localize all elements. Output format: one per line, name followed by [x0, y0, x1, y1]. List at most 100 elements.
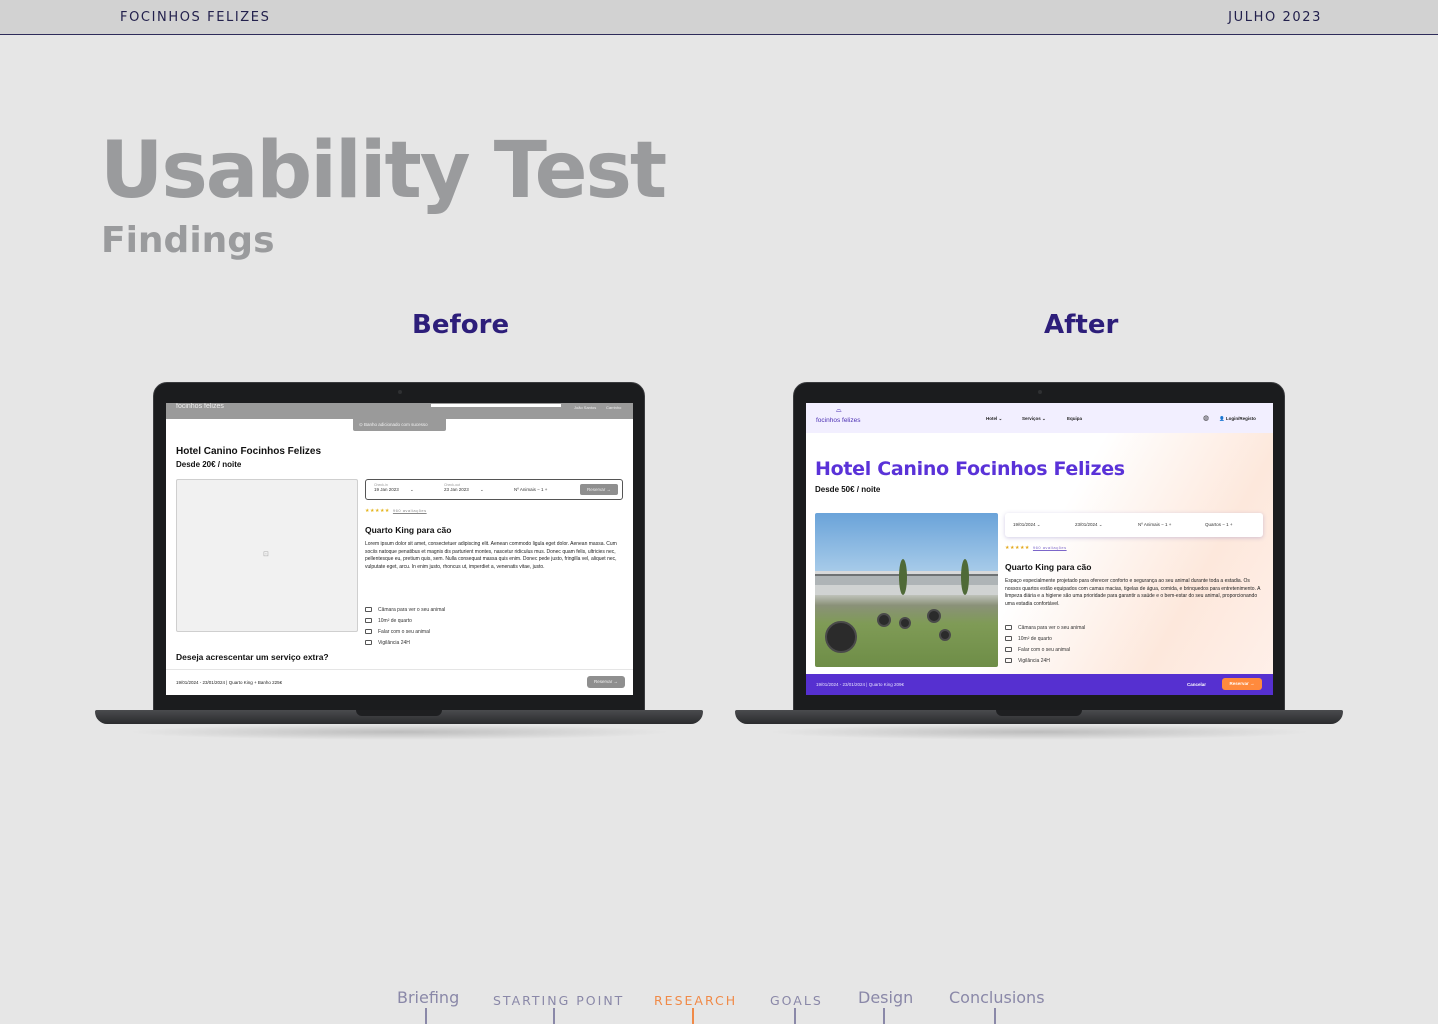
before-extra-title: Deseja acrescentar um serviço extra?	[176, 652, 329, 662]
before-label: Before	[412, 310, 510, 340]
before-search-bar[interactable]	[431, 404, 561, 407]
bottom-nav-design[interactable]: Design	[858, 988, 913, 1007]
after-label: After	[1044, 310, 1119, 340]
laptop-notch	[356, 710, 442, 716]
bottom-nav-starting-point[interactable]: STARTING POINT	[493, 993, 624, 1008]
before-toast: ⊙ Banho adicionado com sucesso	[353, 419, 446, 431]
before-booking-bar: Check-in 19 Jan 2023 ⌄ Check-out 23 Jan 20…	[365, 479, 623, 500]
after-price: Desde 50€ / noite	[815, 485, 881, 494]
before-footer-reserve-button[interactable]: Reservar →	[587, 676, 625, 688]
after-animals-stepper[interactable]: Nº Animais − 1 +	[1138, 522, 1171, 527]
bottom-nav-tick	[425, 1008, 427, 1024]
after-room-title: Quarto King para cão	[1005, 562, 1092, 572]
before-navbar: focinhos felizes João Santos Carrinho	[166, 403, 633, 419]
before-checkout-field[interactable]: Check-out 23 Jan 2023 ⌄	[444, 483, 484, 493]
checkin-value: 19 Jan 2023	[374, 487, 399, 492]
laptop-before: focinhos felizes João Santos Carrinho ⊙ …	[95, 382, 703, 742]
header-brand: FOCINHOS FELIZES	[120, 10, 271, 25]
feature-label: Falar com o seu animal	[1018, 647, 1070, 653]
feature-label: 10m² de quarto	[378, 618, 412, 624]
after-footer: 19/01/2024 - 23/01/2024 | Quarto King 20…	[806, 674, 1273, 695]
page-subtitle: Findings	[101, 220, 275, 261]
laptop-notch	[996, 710, 1082, 716]
arrows-icon	[1005, 636, 1012, 642]
before-price: Desde 20€ / noite	[176, 460, 242, 469]
laptop-lid: focinhos felizes João Santos Carrinho ⊙ …	[153, 382, 645, 712]
bottom-nav-briefing[interactable]: Briefing	[397, 988, 459, 1007]
before-hotel-title: Hotel Canino Focinhos Felizes	[176, 446, 322, 457]
after-rating: ★★★★★ 960 avaliações	[1005, 545, 1067, 551]
star-icons: ★★★★★	[365, 508, 390, 514]
laptop-after: ⌓ focinhos felizes Hotel ⌄ Serviços ⌄ Eq…	[735, 382, 1343, 742]
nav-services[interactable]: Serviços ⌄	[1022, 416, 1046, 422]
after-navbar: ⌓ focinhos felizes Hotel ⌄ Serviços ⌄ Eq…	[806, 403, 1273, 433]
bottom-nav-research[interactable]: RESEARCH	[654, 993, 737, 1008]
before-user-link[interactable]: João Santos	[574, 405, 596, 410]
after-checkin-field[interactable]: 19/01/2024 ⌄	[1013, 522, 1041, 528]
after-booking-bar: 19/01/2024 ⌄ 23/01/2024 ⌄ Nº Animais − 1…	[1005, 513, 1263, 537]
tire	[825, 621, 857, 653]
camera-icon	[365, 607, 372, 613]
after-feature-talk: Falar com o seu animal	[1005, 647, 1070, 653]
tire	[899, 617, 911, 629]
before-feature-camera: Câmara para ver o seu animal	[365, 607, 445, 613]
before-logo[interactable]: focinhos felizes	[176, 403, 224, 410]
after-summary: 19/01/2024 - 23/01/2024 | Quarto King 20…	[816, 682, 904, 687]
laptop-shadow	[125, 724, 673, 740]
before-screen: focinhos felizes João Santos Carrinho ⊙ …	[166, 403, 633, 695]
tire	[877, 613, 891, 627]
after-feature-size: 10m² de quarto	[1005, 636, 1052, 642]
laptop-lid: ⌓ focinhos felizes Hotel ⌄ Serviços ⌄ Eq…	[793, 382, 1285, 712]
before-checkin-field[interactable]: Check-in 19 Jan 2023 ⌄	[374, 483, 414, 493]
bottom-nav-tick	[994, 1008, 996, 1024]
tree	[961, 559, 969, 595]
feature-label: Câmara para ver o seu animal	[1018, 625, 1086, 631]
before-footer: 19/01/2024 - 23/01/2024 | Quarto King + …	[166, 669, 633, 695]
paw-icon: ⌓	[836, 407, 842, 414]
laptop-shadow	[765, 724, 1313, 740]
star-icons: ★★★★★	[1005, 545, 1030, 551]
image-icon: ⊡	[263, 551, 269, 558]
login-link[interactable]: 👤 Login/Registo	[1219, 416, 1256, 422]
chevron-down-icon: ⌄	[400, 487, 414, 492]
page-title: Usability Test	[100, 126, 667, 216]
bottom-nav-goals[interactable]: GOALS	[770, 993, 823, 1008]
camera-icon	[1005, 625, 1012, 631]
globe-icon[interactable]: ◍	[1203, 414, 1209, 422]
after-feature-security: Vigilância 24H	[1005, 658, 1050, 664]
after-checkout-field[interactable]: 23/01/2024 ⌄	[1075, 522, 1103, 528]
after-reserve-button[interactable]: Reservar →	[1222, 678, 1262, 690]
nav-hotel[interactable]: Hotel ⌄	[986, 416, 1002, 422]
checkout-value: 23 Jan 2023	[444, 487, 469, 492]
after-cancel-button[interactable]: Cancelar	[1187, 682, 1206, 687]
bottom-nav-conclusions[interactable]: Conclusions	[949, 988, 1045, 1007]
before-reviews-link[interactable]: 960 avaliações	[393, 508, 427, 513]
before-feature-security: Vigilância 24H	[365, 640, 410, 646]
people-icon	[365, 640, 372, 646]
after-hotel-photo	[815, 513, 998, 667]
after-hotel-title: Hotel Canino Focinhos Felizes	[815, 458, 1125, 480]
feature-label: Vigilância 24H	[378, 640, 410, 646]
after-reviews-link[interactable]: 960 avaliações	[1033, 545, 1067, 550]
tire	[939, 629, 951, 641]
login-label: Login/Registo	[1225, 416, 1256, 421]
bottom-nav-tick	[883, 1008, 885, 1024]
before-reserve-button[interactable]: Reservar →	[580, 484, 618, 495]
bottom-nav-tick	[794, 1008, 796, 1024]
nav-team[interactable]: Equipa	[1067, 416, 1082, 421]
after-description: Espaço especialmente projetado para ofer…	[1005, 578, 1261, 607]
tire	[927, 609, 941, 623]
chevron-down-icon: ⌄	[470, 487, 484, 492]
bottom-nav-tick-active	[692, 1008, 694, 1024]
before-image-placeholder: ⊡	[176, 479, 358, 632]
after-rooms-stepper[interactable]: Quartos − 1 +	[1205, 522, 1233, 527]
tree	[899, 559, 907, 595]
before-description: Lorem ipsum dolor sit amet, consectetuer…	[365, 541, 617, 570]
before-feature-size: 10m² de quarto	[365, 618, 412, 624]
after-logo[interactable]: focinhos felizes	[816, 417, 860, 424]
before-cart-link[interactable]: Carrinho	[606, 405, 621, 410]
feature-label: 10m² de quarto	[1018, 636, 1052, 642]
feature-label: Vigilância 24H	[1018, 658, 1050, 664]
feature-label: Câmara para ver o seu animal	[378, 607, 446, 613]
before-animals-stepper[interactable]: Nº Animais − 1 +	[514, 487, 547, 492]
